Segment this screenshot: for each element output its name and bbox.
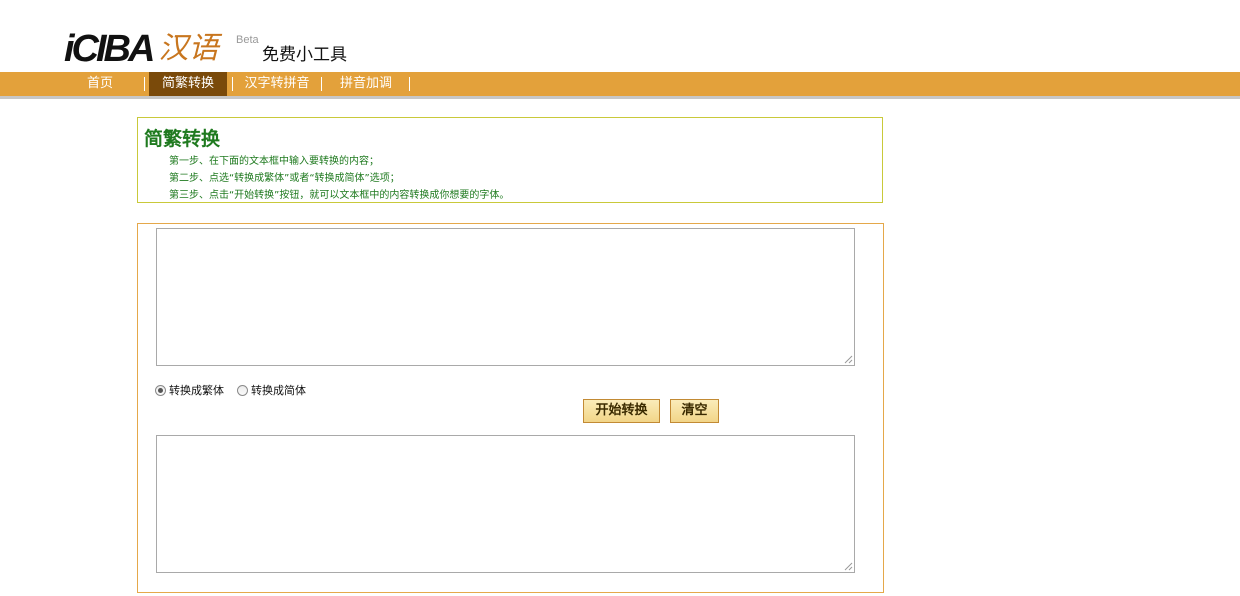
converter-panel: 转换成繁体 转换成简体 开始转换 清空 — [137, 223, 884, 593]
resize-grip-icon[interactable] — [844, 355, 853, 364]
option-simplified-label: 转换成简体 — [251, 384, 306, 397]
instruction-step-3: 第三步、点击“开始转换”按钮，就可以文本框中的内容转换成你想要的字体。 — [169, 190, 510, 201]
option-traditional-label: 转换成繁体 — [169, 384, 224, 397]
main-nav: 首页 简繁转换 汉字转拼音 拼音加调 — [0, 72, 1240, 99]
beta-badge: Beta — [236, 34, 259, 46]
logo-hanyu-text: 汉语 — [158, 31, 219, 66]
nav-item-home[interactable]: 首页 — [72, 72, 128, 96]
site-tagline: 免费小工具 — [262, 45, 347, 65]
resize-grip-icon[interactable] — [844, 562, 853, 571]
nav-divider — [321, 77, 322, 91]
instructions-box: 简繁转换 第一步、在下面的文本框中输入要转换的内容； 第二步、点选“转换成繁体”… — [137, 117, 883, 203]
start-convert-button[interactable]: 开始转换 — [583, 399, 660, 423]
header: iCIBA 汉语 Beta 免费小工具 — [0, 0, 1240, 72]
radio-traditional[interactable] — [155, 384, 166, 396]
clear-button[interactable]: 清空 — [670, 399, 719, 423]
input-textarea[interactable] — [156, 228, 855, 366]
nav-item-hanzi-to-pinyin[interactable]: 汉字转拼音 — [236, 72, 318, 96]
option-simplified[interactable]: 转换成简体 — [237, 382, 306, 398]
nav-divider — [409, 77, 410, 91]
page-title: 简繁转换 — [144, 128, 221, 150]
option-traditional[interactable]: 转换成繁体 — [155, 382, 224, 398]
instruction-step-2: 第二步、点选“转换成繁体”或者“转换成简体”选项； — [169, 173, 400, 184]
output-textarea[interactable] — [156, 435, 855, 573]
iciba-logo[interactable]: iCIBA 汉语 Beta 免费小工具 — [64, 24, 347, 70]
logo-iciba-text: iCIBA — [64, 28, 155, 70]
nav-item-pinyin-tones[interactable]: 拼音加调 — [326, 72, 406, 96]
nav-divider — [232, 77, 233, 91]
radio-simplified[interactable] — [237, 384, 248, 396]
instruction-step-1: 第一步、在下面的文本框中输入要转换的内容； — [169, 156, 379, 167]
nav-item-simplified-traditional[interactable]: 简繁转换 — [149, 72, 227, 96]
nav-divider — [144, 77, 145, 91]
